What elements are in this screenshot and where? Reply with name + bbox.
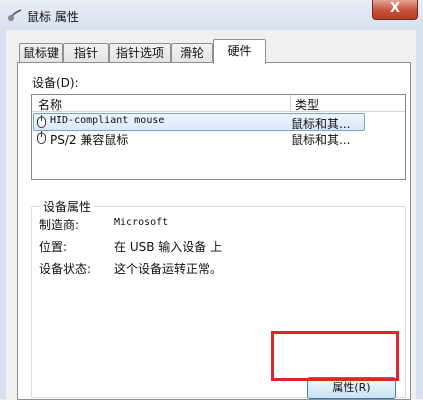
device-status-label: 设备状态: <box>39 262 92 276</box>
mouse-pointer-icon <box>8 9 22 21</box>
mouse-device-icon <box>37 115 46 128</box>
location-label: 位置: <box>39 240 68 254</box>
column-separator[interactable] <box>290 95 291 111</box>
devices-label: 设备(D): <box>32 76 79 90</box>
mouse-device-icon <box>37 131 46 144</box>
column-type[interactable]: 类型 <box>295 96 319 113</box>
tab-wheel[interactable]: 滑轮 <box>171 43 213 63</box>
tab-pointers[interactable]: 指针 <box>63 43 109 63</box>
device-status-value: 这个设备运转正常。 <box>114 262 223 276</box>
highlight-box <box>271 331 399 381</box>
title-bar[interactable]: 鼠标 属性 X <box>0 0 423 30</box>
tab-hardware[interactable]: 硬件 <box>213 39 266 64</box>
table-row[interactable]: PS/2 兼容鼠标 鼠标和其... <box>33 130 404 147</box>
device-name: HID-compliant mouse <box>50 115 165 126</box>
close-button[interactable]: X <box>372 0 418 20</box>
tab-buttons[interactable]: 鼠标键 <box>19 43 63 63</box>
tab-pointer-options[interactable]: 指针选项 <box>109 43 171 63</box>
manufacturer-label: 制造商: <box>39 218 80 232</box>
device-list[interactable]: 名称 类型 HID-compliant mouse 鼠标和其... PS/2 兼… <box>31 94 406 180</box>
location-value: 在 USB 输入设备 上 <box>114 240 223 254</box>
window-frame-right <box>416 30 423 399</box>
column-name[interactable]: 名称 <box>38 96 62 113</box>
device-properties-heading: 设备属性 <box>41 198 94 215</box>
device-type: 鼠标和其... <box>291 133 351 147</box>
device-name: PS/2 兼容鼠标 <box>50 133 129 147</box>
manufacturer-value: Microsoft <box>114 217 169 228</box>
list-header: 名称 类型 <box>32 95 405 112</box>
table-row[interactable]: HID-compliant mouse 鼠标和其... <box>33 113 365 131</box>
window-title: 鼠标 属性 <box>27 10 79 24</box>
